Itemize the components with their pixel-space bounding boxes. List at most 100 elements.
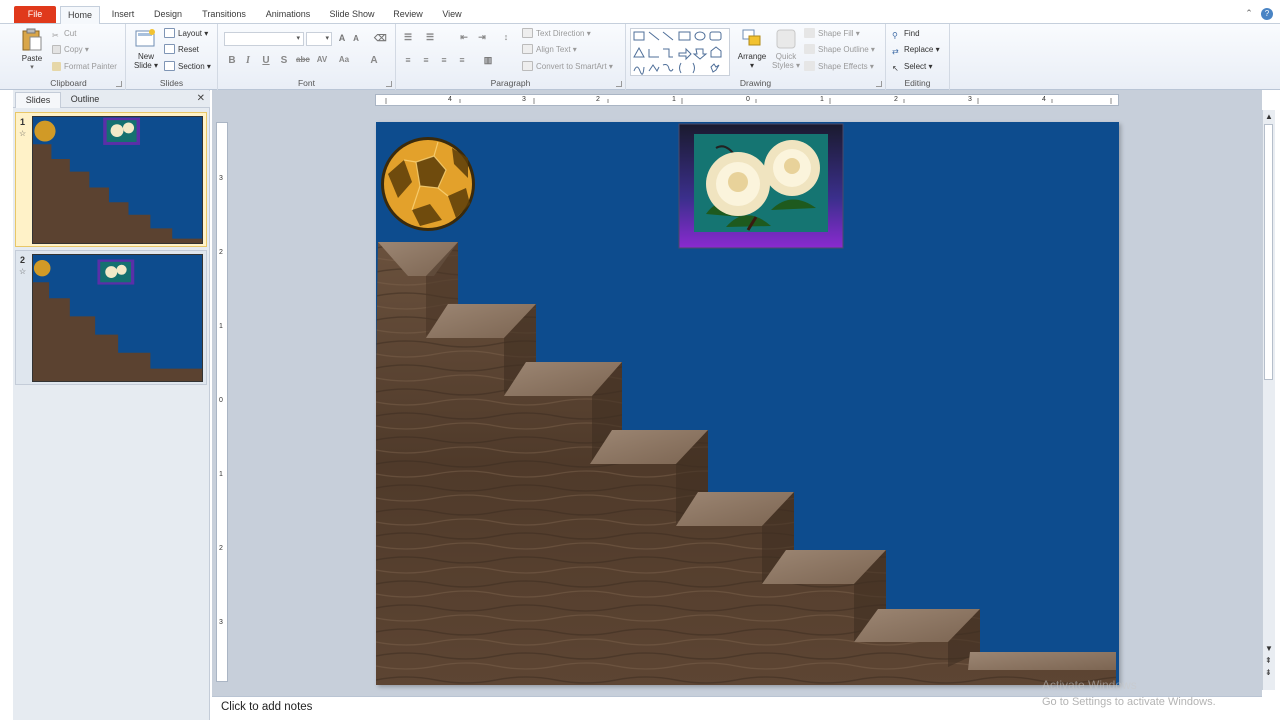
paste-label: Paste [21, 54, 43, 63]
soccer-ball-image[interactable] [381, 137, 475, 231]
paste-dropdown-icon[interactable]: ▾ [18, 63, 46, 72]
strikethrough-icon[interactable]: abc [296, 55, 310, 64]
columns-icon[interactable]: ▥ [482, 55, 494, 66]
clipboard-launcher-icon[interactable] [116, 81, 122, 87]
paragraph-launcher-icon[interactable] [616, 81, 622, 87]
character-spacing-icon[interactable]: AV [316, 55, 328, 64]
select-button[interactable]: ↖ Select ▾ [892, 60, 932, 74]
shapes-gallery[interactable] [630, 28, 730, 76]
new-slide-button[interactable]: New Slide ▾ [130, 28, 162, 70]
line-spacing-icon[interactable]: ↕ [500, 32, 512, 42]
increase-indent-icon[interactable]: ⇥ [476, 32, 488, 43]
quick-styles-button[interactable]: Quick Styles ▾ [770, 28, 802, 70]
section-icon [164, 61, 175, 71]
align-text-button[interactable]: Align Text ▾ [522, 43, 577, 57]
font-color-icon[interactable]: A [368, 55, 380, 66]
bullets-icon[interactable]: ☰ [402, 32, 414, 43]
tab-animations[interactable]: Animations [260, 6, 316, 24]
align-right-icon[interactable]: ≡ [438, 55, 450, 65]
scroll-down-icon[interactable]: ▼ [1265, 644, 1273, 653]
text-direction-button[interactable]: Text Direction ▾ [522, 27, 591, 41]
quick-styles-icon [776, 29, 796, 49]
justify-icon[interactable]: ≡ [456, 55, 468, 65]
slide-thumbnail-2[interactable]: 2 ☆ [15, 250, 207, 385]
bold-icon[interactable]: B [226, 55, 238, 66]
align-center-icon[interactable]: ≡ [420, 55, 432, 65]
font-size-dropdown-icon[interactable]: ▾ [325, 34, 329, 42]
white-roses-picture[interactable] [678, 123, 844, 249]
font-name-dropdown-icon[interactable]: ▾ [296, 34, 300, 42]
ruler-label: 0 [219, 397, 223, 404]
help-icon[interactable]: ? [1261, 8, 1273, 20]
tab-design[interactable]: Design [148, 6, 188, 24]
tab-slides[interactable]: Slides [15, 92, 61, 108]
slide-artwork [376, 122, 1119, 685]
cut-label: Cut [64, 29, 77, 38]
slide-2-preview-art [33, 255, 202, 381]
ruler-label: 0 [746, 96, 750, 103]
paste-button[interactable]: Paste ▾ [18, 28, 46, 72]
previous-slide-icon[interactable]: ⇞ [1265, 656, 1272, 665]
scroll-up-icon[interactable]: ▲ [1265, 112, 1273, 121]
ruler-label: 2 [596, 96, 600, 103]
change-case-icon[interactable]: Aa [338, 55, 350, 64]
align-left-icon[interactable]: ≡ [402, 55, 414, 65]
section-button[interactable]: Section ▾ [164, 60, 211, 74]
text-direction-label: Text Direction [536, 29, 585, 38]
slide-thumbnail-1[interactable]: 1 ☆ [15, 112, 207, 247]
tab-insert[interactable]: Insert [104, 6, 142, 24]
tab-view[interactable]: View [436, 6, 468, 24]
format-painter-button[interactable]: Format Painter [52, 60, 117, 74]
shadow-text-icon[interactable]: S [278, 55, 290, 66]
shape-effects-button[interactable]: Shape Effects ▾ [804, 60, 874, 74]
section-label: Section [178, 62, 205, 71]
cursor-icon: ↖ [892, 64, 899, 73]
tab-transitions[interactable]: Transitions [196, 6, 252, 24]
numbering-icon[interactable]: ☰ [424, 32, 436, 43]
drawing-group: Arrange ▾ Quick Styles ▾ Shape Fill ▾ Sh… [626, 24, 886, 90]
arrange-button[interactable]: Arrange ▾ [734, 28, 770, 70]
panel-tabs: Slides Outline ✕ [13, 91, 210, 108]
ribbon: Paste ▾ ✂ Cut Copy ▾ Format Painter Clipb… [0, 24, 1280, 90]
layout-button[interactable]: Layout ▾ [164, 27, 208, 41]
shape-fill-label: Shape Fill [818, 29, 854, 38]
tab-home[interactable]: Home [60, 6, 100, 25]
shrink-font-icon[interactable]: A [350, 34, 362, 43]
tab-outline[interactable]: Outline [63, 92, 107, 108]
find-button[interactable]: ⚲ Find [892, 27, 920, 41]
close-panel-icon[interactable]: ✕ [197, 93, 205, 104]
activate-windows-hint: Go to Settings to activate Windows. [1042, 696, 1216, 708]
select-label: Select [904, 62, 927, 71]
tab-file[interactable]: File [14, 6, 56, 23]
cut-button[interactable]: ✂ Cut [52, 27, 76, 41]
font-size-input[interactable]: ▾ [306, 32, 332, 46]
underline-icon[interactable]: U [260, 55, 272, 66]
decrease-indent-icon[interactable]: ⇤ [458, 32, 470, 43]
italic-icon[interactable]: I [242, 55, 254, 66]
convert-smartart-button[interactable]: Convert to SmartArt ▾ [522, 60, 613, 74]
grow-font-icon[interactable]: A [336, 33, 348, 43]
next-slide-icon[interactable]: ⇟ [1265, 668, 1272, 677]
minimize-ribbon-icon[interactable]: ⌃ [1244, 8, 1254, 18]
font-name-input[interactable]: ▾ [224, 32, 304, 46]
vertical-ruler: 3 2 1 0 1 2 3 [216, 122, 228, 682]
tab-slide-show[interactable]: Slide Show [324, 6, 380, 24]
clear-formatting-icon[interactable]: ⌫ [374, 33, 387, 44]
copy-label: Copy [64, 45, 83, 54]
reset-button[interactable]: Reset [164, 43, 199, 57]
tab-review[interactable]: Review [388, 6, 428, 24]
replace-button[interactable]: ⇄ Replace ▾ [892, 43, 940, 57]
shape-fill-button[interactable]: Shape Fill ▾ [804, 27, 860, 41]
scrollbar-thumb[interactable] [1264, 124, 1273, 380]
notes-placeholder[interactable]: Click to add notes [221, 701, 312, 713]
shape-outline-button[interactable]: Shape Outline ▾ [804, 43, 875, 57]
copy-button[interactable]: Copy ▾ [52, 43, 89, 57]
ruler-label: 3 [968, 96, 972, 103]
drawing-launcher-icon[interactable] [876, 81, 882, 87]
ruler-label: 1 [219, 471, 223, 478]
ruler-label: 4 [1042, 96, 1046, 103]
editing-group-label: Editing [904, 78, 931, 88]
paint-bucket-icon [804, 28, 815, 38]
font-launcher-icon[interactable] [386, 81, 392, 87]
slide-canvas[interactable] [376, 122, 1119, 685]
